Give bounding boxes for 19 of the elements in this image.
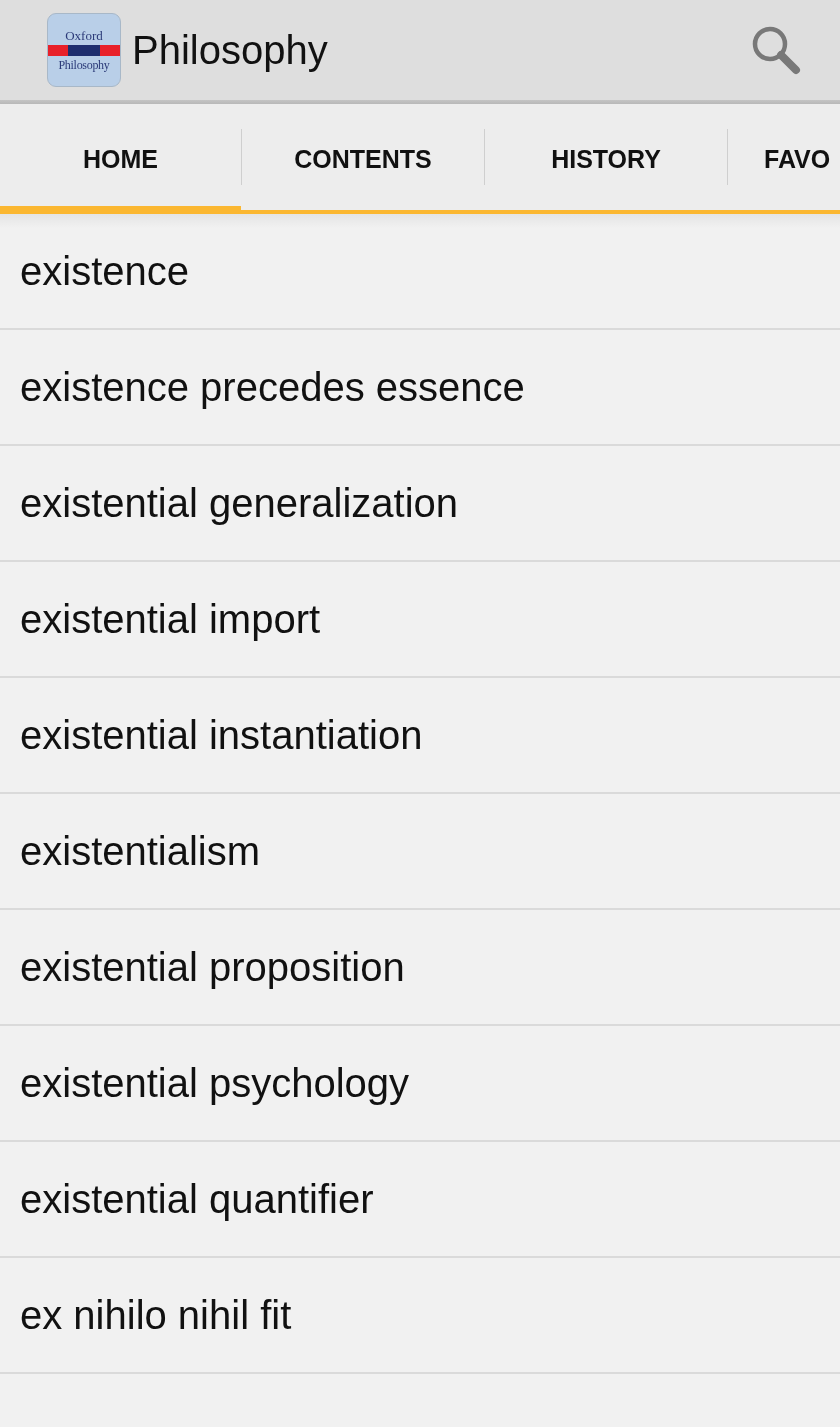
- tab[interactable]: CONTENTS: [242, 104, 484, 214]
- list-item[interactable]: existential generalization: [0, 446, 840, 562]
- list-item[interactable]: existential quantifier: [0, 1142, 840, 1258]
- list-item[interactable]: existence: [0, 214, 840, 330]
- list-item[interactable]: ex nihilo nihil fit: [0, 1258, 840, 1374]
- logo-stripe-drawing: [48, 44, 120, 56]
- tab[interactable]: FAVO: [728, 104, 840, 214]
- list-item[interactable]: existential proposition: [0, 910, 840, 1026]
- logo-text: Philosophy: [58, 57, 110, 73]
- list-item[interactable]: existential import: [0, 562, 840, 678]
- app-title: Philosophy: [132, 27, 328, 73]
- search-button[interactable]: [750, 24, 802, 76]
- list-item[interactable]: existential psychology: [0, 1026, 840, 1142]
- list-item[interactable]: existence precedes essence: [0, 330, 840, 446]
- tab[interactable]: HISTORY: [485, 104, 727, 214]
- search-icon: [750, 24, 802, 76]
- logo-text: Oxford: [65, 27, 103, 43]
- list-item[interactable]: existentialism: [0, 794, 840, 910]
- list-item[interactable]: existential instantiation: [0, 678, 840, 794]
